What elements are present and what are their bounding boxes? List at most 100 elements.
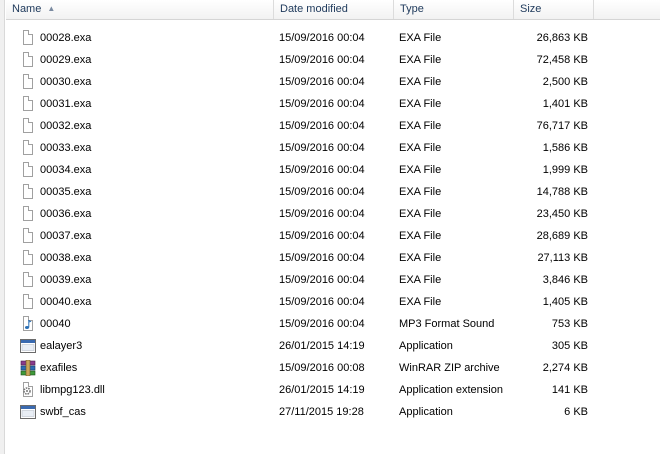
file-size: 2,500 KB (542, 76, 588, 88)
file-size: 305 KB (551, 340, 588, 352)
file-name-cell[interactable]: 00038.exa (22, 247, 272, 269)
file-name-cell[interactable]: 00037.exa (22, 225, 272, 247)
application-icon (20, 338, 36, 354)
file-row[interactable]: exafiles 15/09/2016 00:08 WinRAR ZIP archi… (6, 357, 660, 379)
column-header-size[interactable]: Size (514, 0, 594, 19)
file-type: EXA File (399, 32, 442, 44)
blank-file-icon (22, 272, 35, 288)
file-date-modified: 26/01/2015 14:19 (279, 384, 365, 396)
file-date-modified: 15/09/2016 00:04 (279, 296, 365, 308)
file-name-cell[interactable]: 00040 (22, 313, 272, 335)
file-name-cell[interactable]: exafiles (20, 357, 272, 379)
dll-gear-icon (22, 382, 35, 398)
file-name-cell[interactable]: 00039.exa (22, 269, 272, 291)
file-date-modified: 15/09/2016 00:04 (279, 54, 365, 66)
file-name-cell[interactable]: 00031.exa (22, 93, 272, 115)
file-type: EXA File (399, 76, 442, 88)
file-name-cell[interactable]: 00033.exa (22, 137, 272, 159)
column-header-type-label: Type (400, 3, 424, 15)
file-row[interactable]: 00032.exa 15/09/2016 00:04 EXA File 76,717 … (6, 115, 660, 137)
file-size: 28,689 KB (536, 230, 588, 242)
file-row[interactable]: 00033.exa 15/09/2016 00:04 EXA File 1,586 K… (6, 137, 660, 159)
file-name: 00037.exa (40, 230, 92, 242)
file-size: 76,717 KB (536, 120, 588, 132)
column-header-name[interactable]: Name ▲ (6, 0, 274, 19)
file-name: swbf_cas (40, 406, 86, 418)
blank-file-icon (22, 118, 35, 134)
blank-file-icon (22, 30, 35, 46)
column-header-type[interactable]: Type (394, 0, 514, 19)
file-type: EXA File (399, 120, 442, 132)
blank-file-icon (22, 250, 35, 266)
file-row[interactable]: ealayer3 26/01/2015 14:19 Application 305 K… (6, 335, 660, 357)
file-name: 00031.exa (40, 98, 92, 110)
file-size: 27,113 KB (537, 252, 588, 264)
file-row[interactable]: 00028.exa 15/09/2016 00:04 EXA File 26,863 … (6, 27, 660, 49)
column-header-name-label: Name (12, 3, 42, 15)
file-row[interactable]: libmpg123.dll 26/01/2015 14:19 Application… (6, 379, 660, 401)
file-type: EXA File (399, 296, 442, 308)
file-name: libmpg123.dll (40, 384, 105, 396)
column-header-date-modified[interactable]: Date modified (274, 0, 394, 19)
file-date-modified: 15/09/2016 00:04 (279, 318, 365, 330)
file-type: EXA File (399, 230, 442, 242)
file-name-cell[interactable]: libmpg123.dll (22, 379, 272, 401)
file-name-cell[interactable]: 00029.exa (22, 49, 272, 71)
file-row[interactable]: 00029.exa 15/09/2016 00:04 EXA File 72,458 … (6, 49, 660, 71)
blank-file-icon (22, 96, 35, 112)
file-date-modified: 15/09/2016 00:04 (279, 274, 365, 286)
blank-file-icon (22, 228, 35, 244)
file-name: 00029.exa (40, 54, 92, 66)
column-header-date-label: Date modified (280, 3, 348, 15)
file-size: 72,458 KB (536, 54, 588, 66)
file-name-cell[interactable]: ealayer3 (20, 335, 272, 357)
blank-file-icon (22, 184, 35, 200)
file-name: 00039.exa (40, 274, 92, 286)
file-name-cell[interactable]: 00030.exa (22, 71, 272, 93)
file-row[interactable]: 00035.exa 15/09/2016 00:04 EXA File 14,788 … (6, 181, 660, 203)
file-date-modified: 15/09/2016 00:08 (279, 362, 365, 374)
file-row[interactable]: 00034.exa 15/09/2016 00:04 EXA File 1,999 K… (6, 159, 660, 181)
file-row[interactable]: 00040 15/09/2016 00:04 MP3 Format Sound 753… (6, 313, 660, 335)
file-name-cell[interactable]: 00035.exa (22, 181, 272, 203)
blank-file-icon (22, 206, 35, 222)
file-name-cell[interactable]: 00036.exa (22, 203, 272, 225)
file-list: 00028.exa 15/09/2016 00:04 EXA File 26,863 … (6, 27, 660, 423)
file-name-cell[interactable]: 00034.exa (22, 159, 272, 181)
file-name-cell[interactable]: 00028.exa (22, 27, 272, 49)
column-header-bar: Name ▲ Date modified Type Size (6, 0, 660, 20)
file-name-cell[interactable]: 00040.exa (22, 291, 272, 313)
file-size: 141 KB (551, 384, 588, 396)
file-date-modified: 15/09/2016 00:04 (279, 252, 365, 264)
file-size: 1,401 KB (542, 98, 588, 110)
file-name-cell[interactable]: swbf_cas (20, 401, 272, 423)
file-name-cell[interactable]: 00032.exa (22, 115, 272, 137)
file-row[interactable]: 00039.exa 15/09/2016 00:04 EXA File 3,846 K… (6, 269, 660, 291)
file-row[interactable]: swbf_cas 27/11/2015 19:28 Application 6 KB (6, 401, 660, 423)
file-type: Application (399, 406, 453, 418)
file-size: 6 KB (564, 406, 588, 418)
file-type: MP3 Format Sound (399, 318, 495, 330)
file-date-modified: 15/09/2016 00:04 (279, 230, 365, 242)
file-type: EXA File (399, 98, 442, 110)
file-name: 00034.exa (40, 164, 92, 176)
file-size: 2,274 KB (542, 362, 588, 374)
file-explorer-details-view: Name ▲ Date modified Type Size 00028.exa 1… (0, 0, 660, 454)
file-type: EXA File (399, 252, 442, 264)
column-header-size-label: Size (520, 3, 542, 15)
file-row[interactable]: 00031.exa 15/09/2016 00:04 EXA File 1,401 K… (6, 93, 660, 115)
file-row[interactable]: 00038.exa 15/09/2016 00:04 EXA File 27,113 … (6, 247, 660, 269)
file-row[interactable]: 00030.exa 15/09/2016 00:04 EXA File 2,500 K… (6, 71, 660, 93)
file-row[interactable]: 00037.exa 15/09/2016 00:04 EXA File 28,689 … (6, 225, 660, 247)
file-size: 23,450 KB (536, 208, 588, 220)
file-row[interactable]: 00040.exa 15/09/2016 00:04 EXA File 1,405 K… (6, 291, 660, 313)
blank-file-icon (22, 52, 35, 68)
navigation-pane-edge (0, 0, 5, 454)
file-size: 26,863 KB (536, 32, 588, 44)
file-type: EXA File (399, 142, 442, 154)
file-name: 00028.exa (40, 32, 92, 44)
file-date-modified: 15/09/2016 00:04 (279, 120, 365, 132)
blank-file-icon (22, 140, 35, 156)
file-row[interactable]: 00036.exa 15/09/2016 00:04 EXA File 23,450 … (6, 203, 660, 225)
file-date-modified: 15/09/2016 00:04 (279, 208, 365, 220)
